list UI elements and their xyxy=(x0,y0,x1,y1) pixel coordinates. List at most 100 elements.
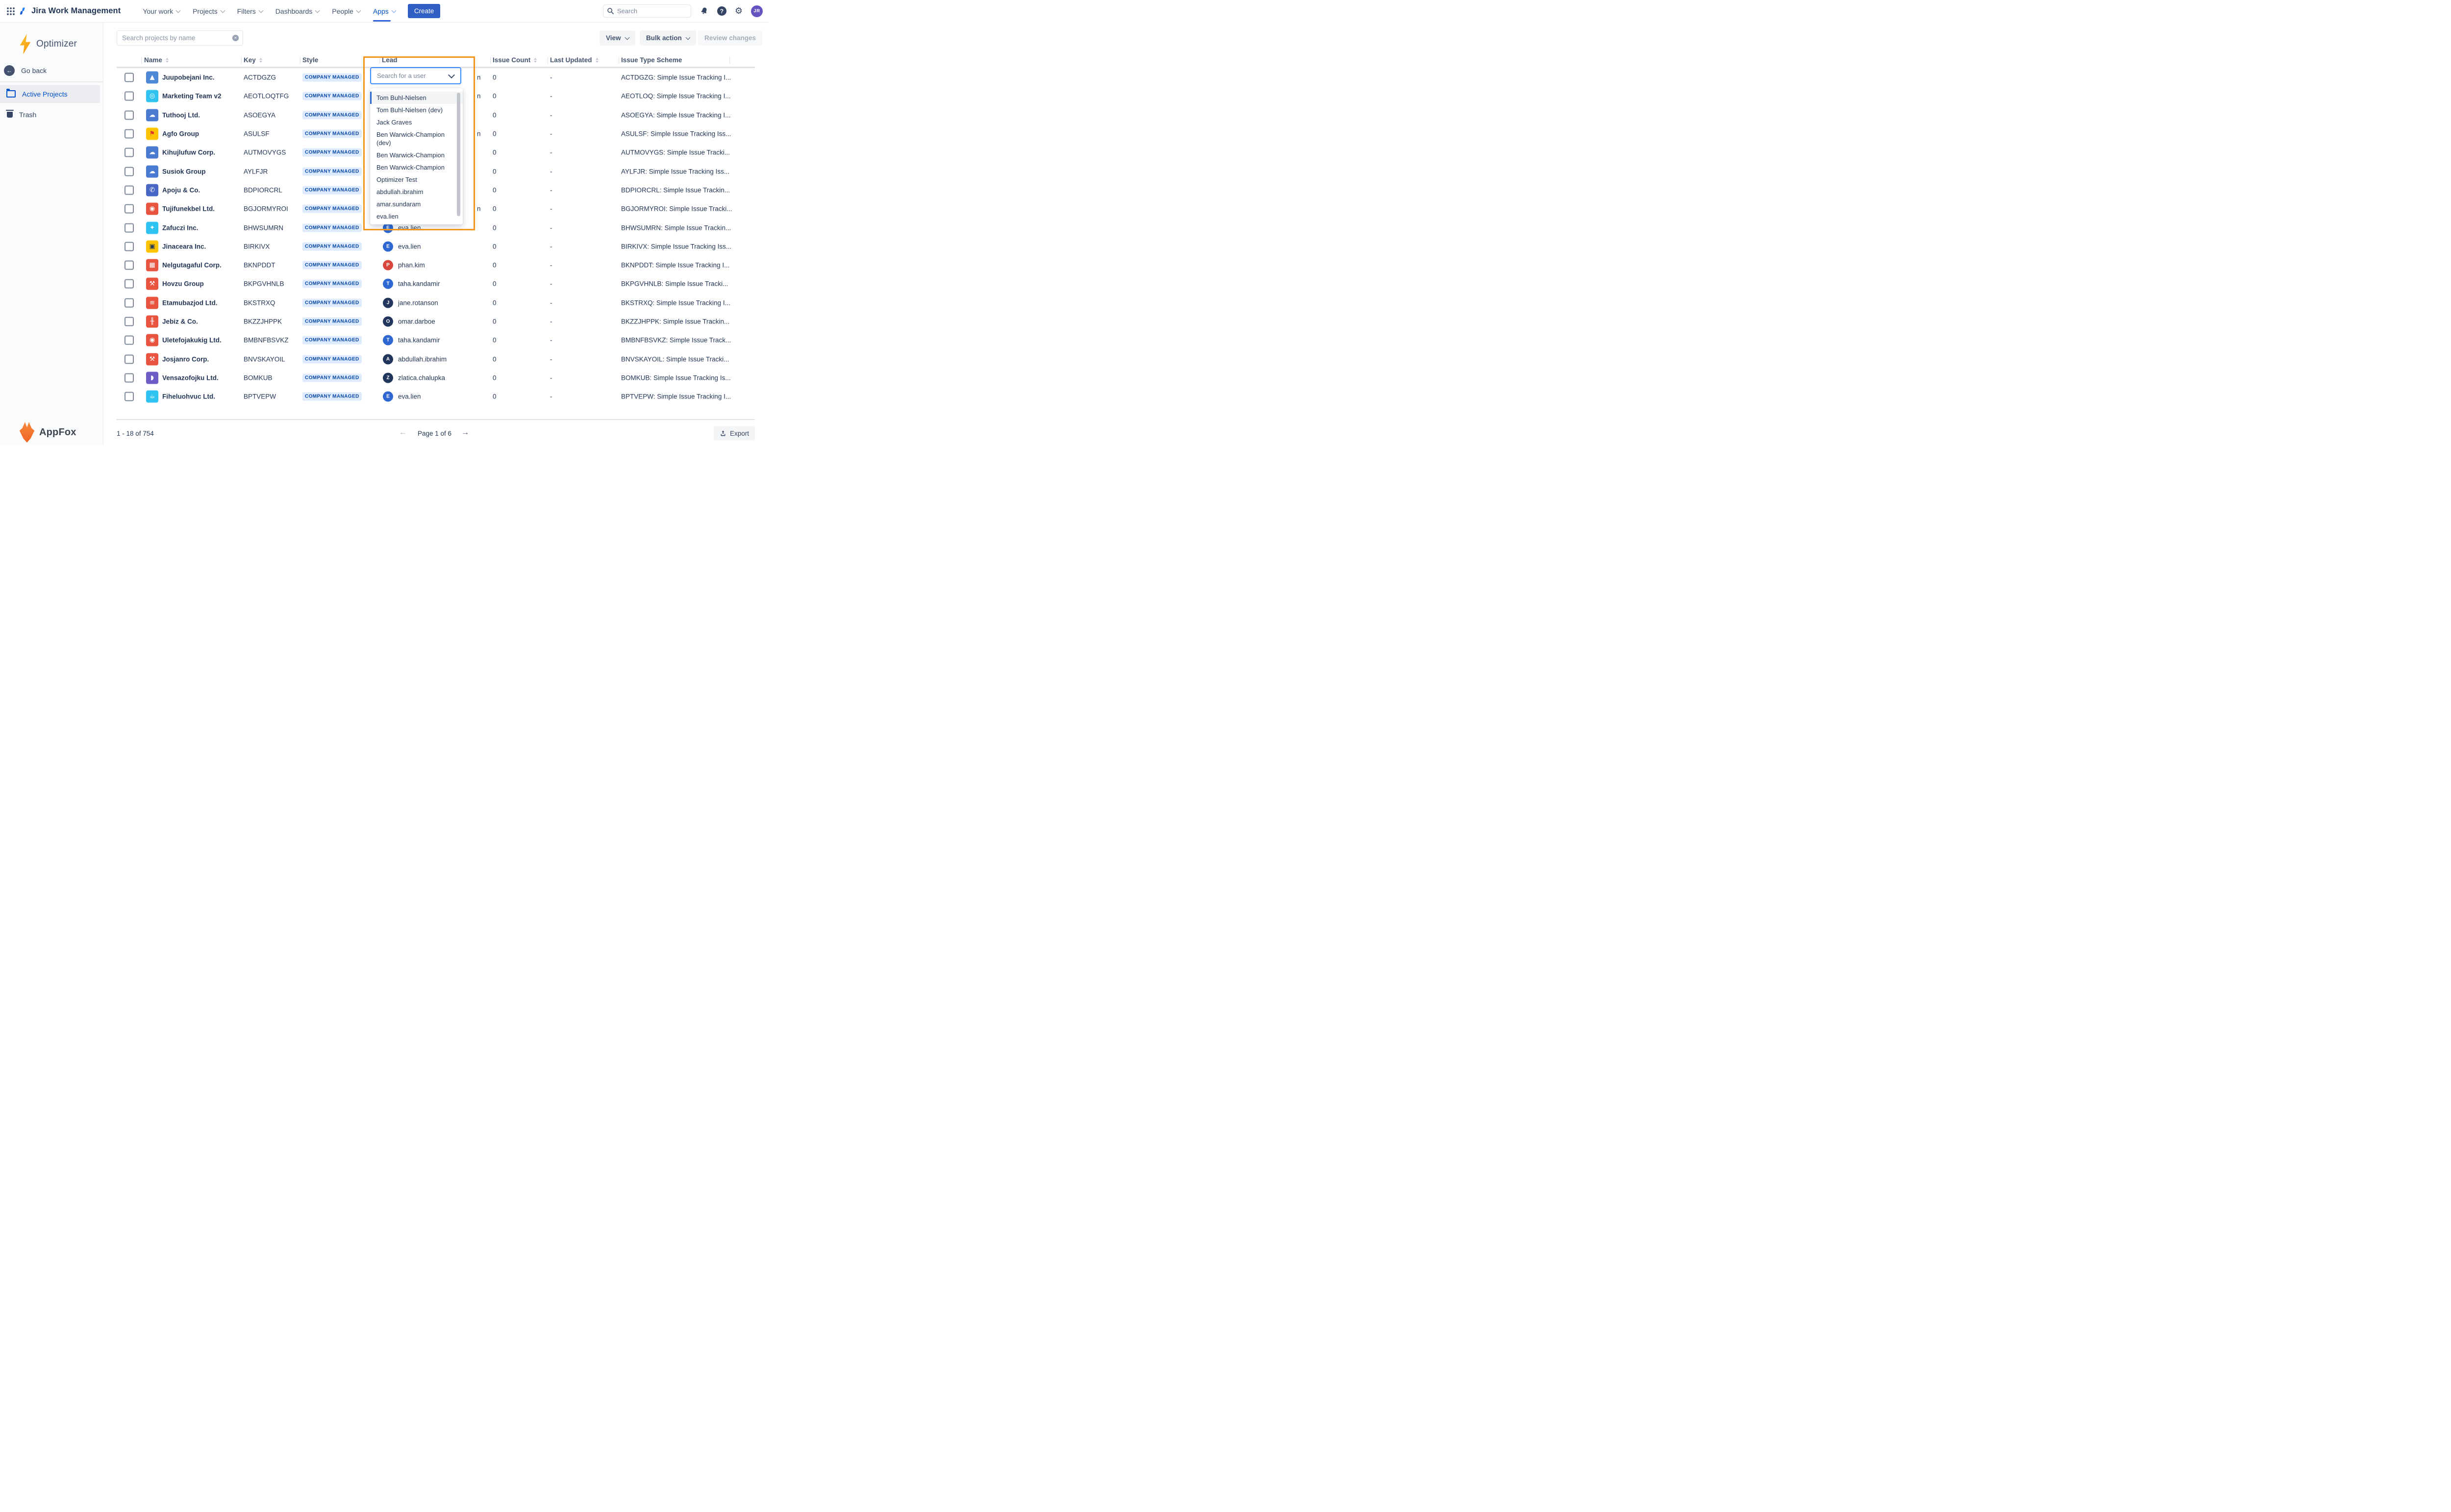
jira-home-link[interactable]: Jira Work Management xyxy=(20,6,121,16)
help-icon[interactable]: ? xyxy=(717,6,726,16)
row-checkbox[interactable] xyxy=(125,279,134,289)
project-name[interactable]: Jinaceara Inc. xyxy=(162,243,206,250)
trash-icon xyxy=(7,112,13,118)
issue-type-scheme: BKNPDDT: Simple Issue Tracking I... xyxy=(621,262,729,269)
row-checkbox[interactable] xyxy=(125,110,134,120)
project-icon-coffee-cup: ☕ xyxy=(146,391,158,403)
lead-name: eva.lien xyxy=(398,224,421,231)
row-checkbox[interactable] xyxy=(125,73,134,82)
last-updated: - xyxy=(550,205,552,213)
dropdown-option[interactable]: Jack Graves xyxy=(370,116,463,128)
sidebar-item-active-projects[interactable]: Active Projects xyxy=(0,85,100,103)
project-name[interactable]: Agfo Group xyxy=(162,130,199,138)
nav-filters[interactable]: Filters xyxy=(237,0,263,22)
settings-gear-icon[interactable]: ⚙ xyxy=(735,7,743,16)
notifications-bell-icon[interactable] xyxy=(698,5,710,17)
project-name[interactable]: Juupobejani Inc. xyxy=(162,74,215,81)
project-name[interactable]: Susiok Group xyxy=(162,168,206,175)
project-name[interactable]: Jebiz & Co. xyxy=(162,318,198,325)
project-name[interactable]: Etamubazjod Ltd. xyxy=(162,299,218,306)
dropdown-option[interactable]: Optimizer Test xyxy=(370,174,463,186)
lead-name: eva.lien xyxy=(398,243,421,250)
dropdown-option[interactable]: eva.lien xyxy=(370,210,463,223)
lead-avatar: T xyxy=(383,279,393,289)
last-updated: - xyxy=(550,393,552,400)
user-avatar[interactable]: JR xyxy=(751,5,763,17)
dropdown-option[interactable]: Tom Buhl-Nielsen (dev) xyxy=(370,104,463,116)
row-checkbox[interactable] xyxy=(125,204,134,214)
global-search-input[interactable] xyxy=(603,4,691,18)
row-checkbox[interactable] xyxy=(125,298,134,307)
project-name[interactable]: Josjanro Corp. xyxy=(162,355,209,363)
project-name[interactable]: Vensazofojku Ltd. xyxy=(162,374,219,381)
row-checkbox[interactable] xyxy=(125,242,134,251)
row-checkbox[interactable] xyxy=(125,261,134,270)
dropdown-option[interactable]: Tom Buhl-Nielsen xyxy=(370,92,463,104)
lead-name: phan.kim xyxy=(398,262,425,269)
row-checkbox[interactable] xyxy=(125,336,134,345)
row-checkbox[interactable] xyxy=(125,392,134,401)
lead-user-select[interactable]: Search for a user xyxy=(370,67,461,84)
chevron-down-icon xyxy=(315,8,320,13)
dropdown-option[interactable]: Ben Warwick-Champion xyxy=(370,149,463,161)
style-badge: COMPANY MANAGED xyxy=(302,74,362,82)
nav-apps[interactable]: Apps xyxy=(373,0,396,22)
nav-projects[interactable]: Projects xyxy=(193,0,225,22)
project-icon-code-window: ≡ xyxy=(146,297,158,309)
dropdown-option[interactable]: Ben Warwick-Champion xyxy=(370,161,463,174)
project-icon-mountain: ▲ xyxy=(146,72,158,84)
project-name[interactable]: Apoju & Co. xyxy=(162,186,200,194)
project-key: AUTMOVYGS xyxy=(244,149,286,156)
row-checkbox[interactable] xyxy=(125,317,134,326)
dropdown-option[interactable]: Ben Warwick-Champion (dev) xyxy=(370,128,463,149)
project-key: ASULSF xyxy=(244,130,270,138)
next-page-arrow-icon[interactable]: → xyxy=(461,428,469,437)
project-name[interactable]: Tujifunekbel Ltd. xyxy=(162,205,215,213)
project-name[interactable]: Uletefojakukig Ltd. xyxy=(162,337,222,344)
dropdown-scrollbar[interactable] xyxy=(457,93,460,216)
row-checkbox[interactable] xyxy=(125,354,134,364)
project-icon-phone: ✆ xyxy=(146,184,158,196)
project-key: BKZZJHPPK xyxy=(244,318,282,325)
style-badge: COMPANY MANAGED xyxy=(302,149,362,157)
go-back-button[interactable]: ← Go back xyxy=(0,63,103,78)
project-name[interactable]: Tuthooj Ltd. xyxy=(162,111,200,119)
project-name[interactable]: Zafuczi Inc. xyxy=(162,224,199,231)
issue-count: 0 xyxy=(493,337,497,344)
nav-dashboards[interactable]: Dashboards xyxy=(275,0,320,22)
row-checkbox[interactable] xyxy=(125,373,134,382)
row-checkbox[interactable] xyxy=(125,148,134,157)
app-switcher-icon[interactable] xyxy=(6,6,16,16)
project-key: BKPGVHNLB xyxy=(244,280,284,288)
project-name[interactable]: Hovzu Group xyxy=(162,280,204,288)
issue-count: 0 xyxy=(493,299,497,306)
issue-type-scheme: AEOTLOQ: Simple Issue Tracking I... xyxy=(621,93,731,100)
nav-people[interactable]: People xyxy=(332,0,360,22)
last-updated: - xyxy=(550,374,552,381)
row-checkbox[interactable] xyxy=(125,223,134,232)
row-checkbox[interactable] xyxy=(125,92,134,101)
issue-count: 0 xyxy=(493,111,497,119)
issue-type-scheme: ASOEGYA: Simple Issue Tracking I... xyxy=(621,111,730,119)
project-name[interactable]: Fiheluohvuc Ltd. xyxy=(162,393,215,400)
row-checkbox[interactable] xyxy=(125,129,134,139)
last-updated: - xyxy=(550,74,552,81)
sidebar-divider xyxy=(0,81,103,82)
row-checkbox[interactable] xyxy=(125,167,134,176)
dropdown-option[interactable]: abdullah.ibrahim xyxy=(370,186,463,198)
dropdown-option[interactable]: amar.sundaram xyxy=(370,198,463,210)
nav-your-work[interactable]: Your work xyxy=(143,0,180,22)
sidebar-item-trash[interactable]: Trash xyxy=(0,105,100,124)
export-button[interactable]: Export xyxy=(714,426,755,441)
issue-count: 0 xyxy=(493,393,497,400)
issue-type-scheme: AYLFJR: Simple Issue Tracking Iss... xyxy=(621,168,729,175)
style-badge: COMPANY MANAGED xyxy=(302,111,362,119)
project-name[interactable]: Kihujlufuw Corp. xyxy=(162,149,215,156)
project-name[interactable]: Nelgutagaful Corp. xyxy=(162,262,222,269)
issue-count: 0 xyxy=(493,93,497,100)
project-key: BMBNFBSVKZ xyxy=(244,337,289,344)
project-name[interactable]: Marketing Team v2 xyxy=(162,93,222,100)
create-button[interactable]: Create xyxy=(408,4,441,18)
last-updated: - xyxy=(550,280,552,288)
row-checkbox[interactable] xyxy=(125,185,134,195)
